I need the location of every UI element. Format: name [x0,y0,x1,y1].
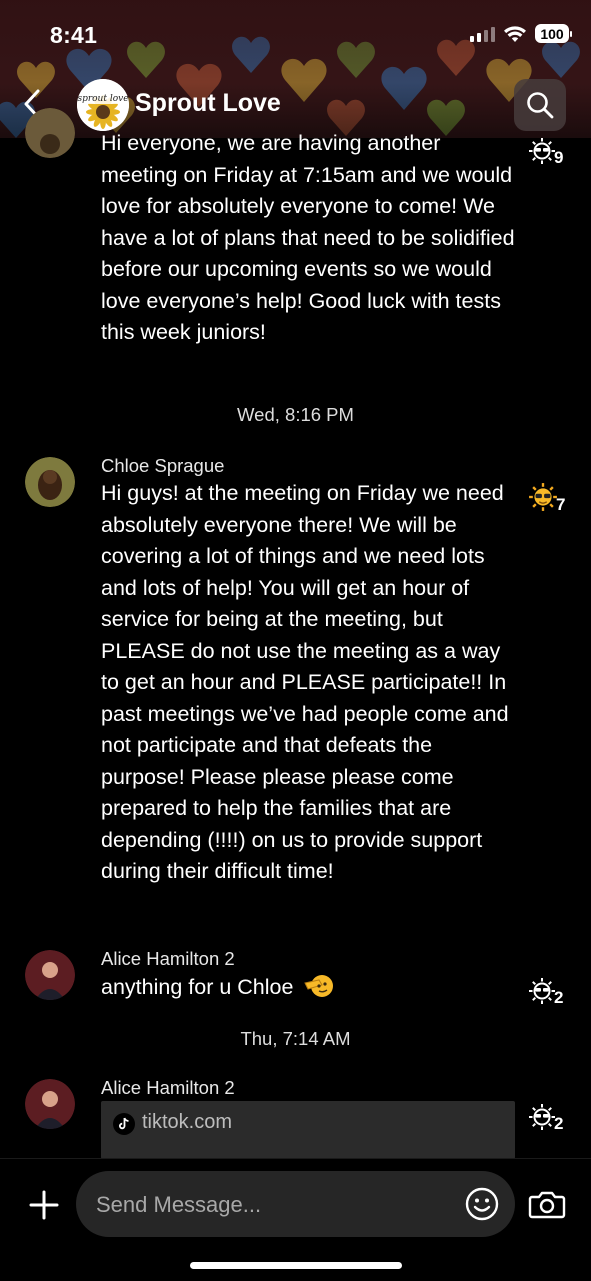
sunglasses-sun-icon [529,1104,555,1130]
message-text: anything for u Chloe [101,972,516,1004]
reaction-badge[interactable]: 2 [528,1103,564,1133]
sender-name[interactable]: Alice Hamilton 2 [101,948,235,970]
sender-avatar[interactable] [25,108,75,158]
link-preview-card[interactable]: tiktok.com [101,1101,515,1159]
salute-emoji-icon [304,975,334,997]
reaction-badge[interactable]: 9 [528,137,564,167]
search-icon [527,92,554,119]
add-attachment-button[interactable] [26,1187,62,1223]
sender-name[interactable]: Chloe Sprague [101,455,224,477]
link-url: tiktok.com [142,1111,233,1133]
avatar-photo [25,108,75,158]
sunglasses-sun-icon [529,138,555,164]
message-input[interactable] [94,1171,458,1239]
message-text-content: anything for u Chloe [101,975,294,999]
reaction-count: 2 [554,1114,564,1133]
sunglasses-sun-icon [529,483,557,511]
date-separator: Thu, 7:14 AM [240,1028,351,1049]
logo-text: sprout love [77,94,128,104]
reaction-count: 2 [554,988,564,1007]
status-icons: 100 [470,24,572,43]
sunglasses-sun-icon [529,978,555,1004]
status-time: 8:41 [50,22,98,48]
emoji-button[interactable] [464,1186,500,1222]
sender-avatar[interactable] [25,1079,75,1129]
camera-button[interactable] [527,1184,567,1224]
tiktok-icon [113,1113,135,1135]
plus-icon [29,1190,59,1220]
reaction-count: 7 [556,495,566,514]
search-button[interactable] [514,79,566,131]
reaction-count: 9 [554,148,564,167]
sender-avatar[interactable] [25,457,75,507]
avatar-photo [25,950,75,1000]
group-title[interactable]: Sprout Love [135,89,281,118]
camera-icon [528,1191,566,1219]
date-separator: Wed, 8:16 PM [237,404,354,425]
message-text: Hi guys! at the meeting on Friday we nee… [101,481,509,883]
sprout-love-logo: sprout love [77,79,129,131]
chat-header: 8:41 100 sprout love Sprout Love [0,0,591,138]
home-indicator [190,1262,402,1269]
cellular-signal-icon [470,26,495,42]
sender-avatar[interactable] [25,950,75,1000]
avatar-photo [25,457,75,507]
reaction-badge[interactable]: 7 [528,482,566,514]
message-text: Hi everyone, we are having another meeti… [101,131,515,344]
wifi-icon [504,25,526,42]
group-avatar[interactable]: sprout love [77,79,129,131]
sender-name[interactable]: Alice Hamilton 2 [101,1077,235,1099]
battery-icon: 100 [535,24,572,43]
message-input-container [76,1171,515,1239]
avatar-photo [25,1079,75,1129]
reaction-badge[interactable]: 2 [528,977,564,1007]
smiley-icon [465,1187,499,1221]
